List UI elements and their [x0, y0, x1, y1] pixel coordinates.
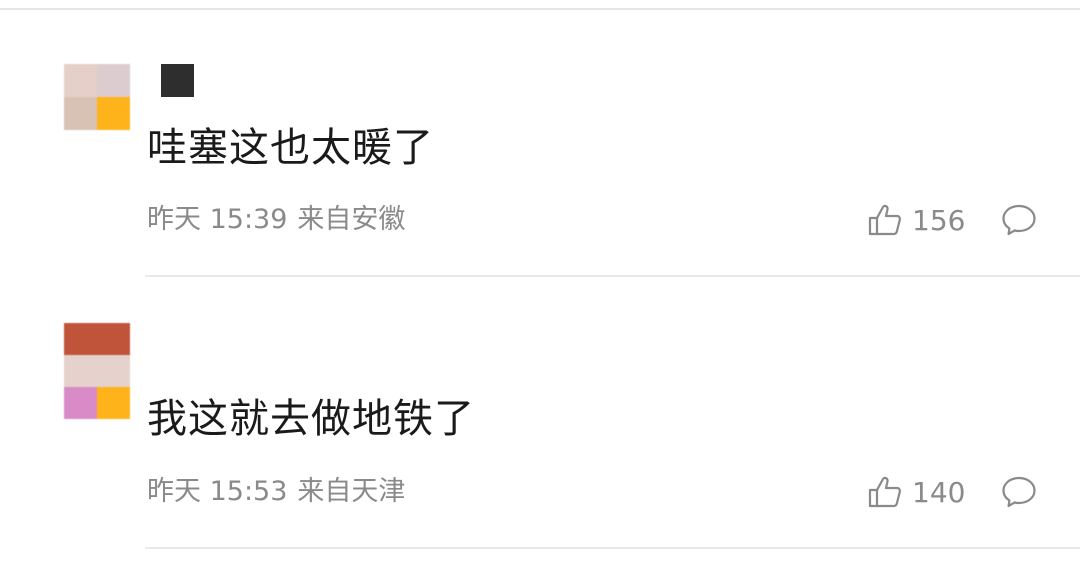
comment-bubble-icon[interactable] [1000, 475, 1038, 509]
like-button[interactable]: 140 [868, 475, 965, 509]
comment-text: 我这就去做地铁了 [147, 396, 475, 442]
comment-item: 我这就去做地铁了 昨天 15:53 来自天津 140 [0, 0, 1080, 567]
avatar-tile [64, 355, 130, 387]
comment-divider [145, 547, 1080, 549]
comment-time: 昨天 15:53 [147, 476, 288, 507]
thumbs-up-icon [868, 476, 902, 508]
avatar-tile [97, 387, 130, 419]
comment-meta: 昨天 15:53 来自天津 [147, 475, 405, 509]
avatar-tile [64, 387, 97, 419]
avatar[interactable] [64, 323, 130, 419]
like-count: 140 [912, 475, 966, 509]
comment-location: 来自天津 [297, 476, 406, 507]
avatar-tile [64, 323, 130, 355]
comment-list-page: 哇塞这也太暖了 昨天 15:39 来自安徽 156 我这就去做地铁了 昨天 15… [0, 0, 1080, 567]
